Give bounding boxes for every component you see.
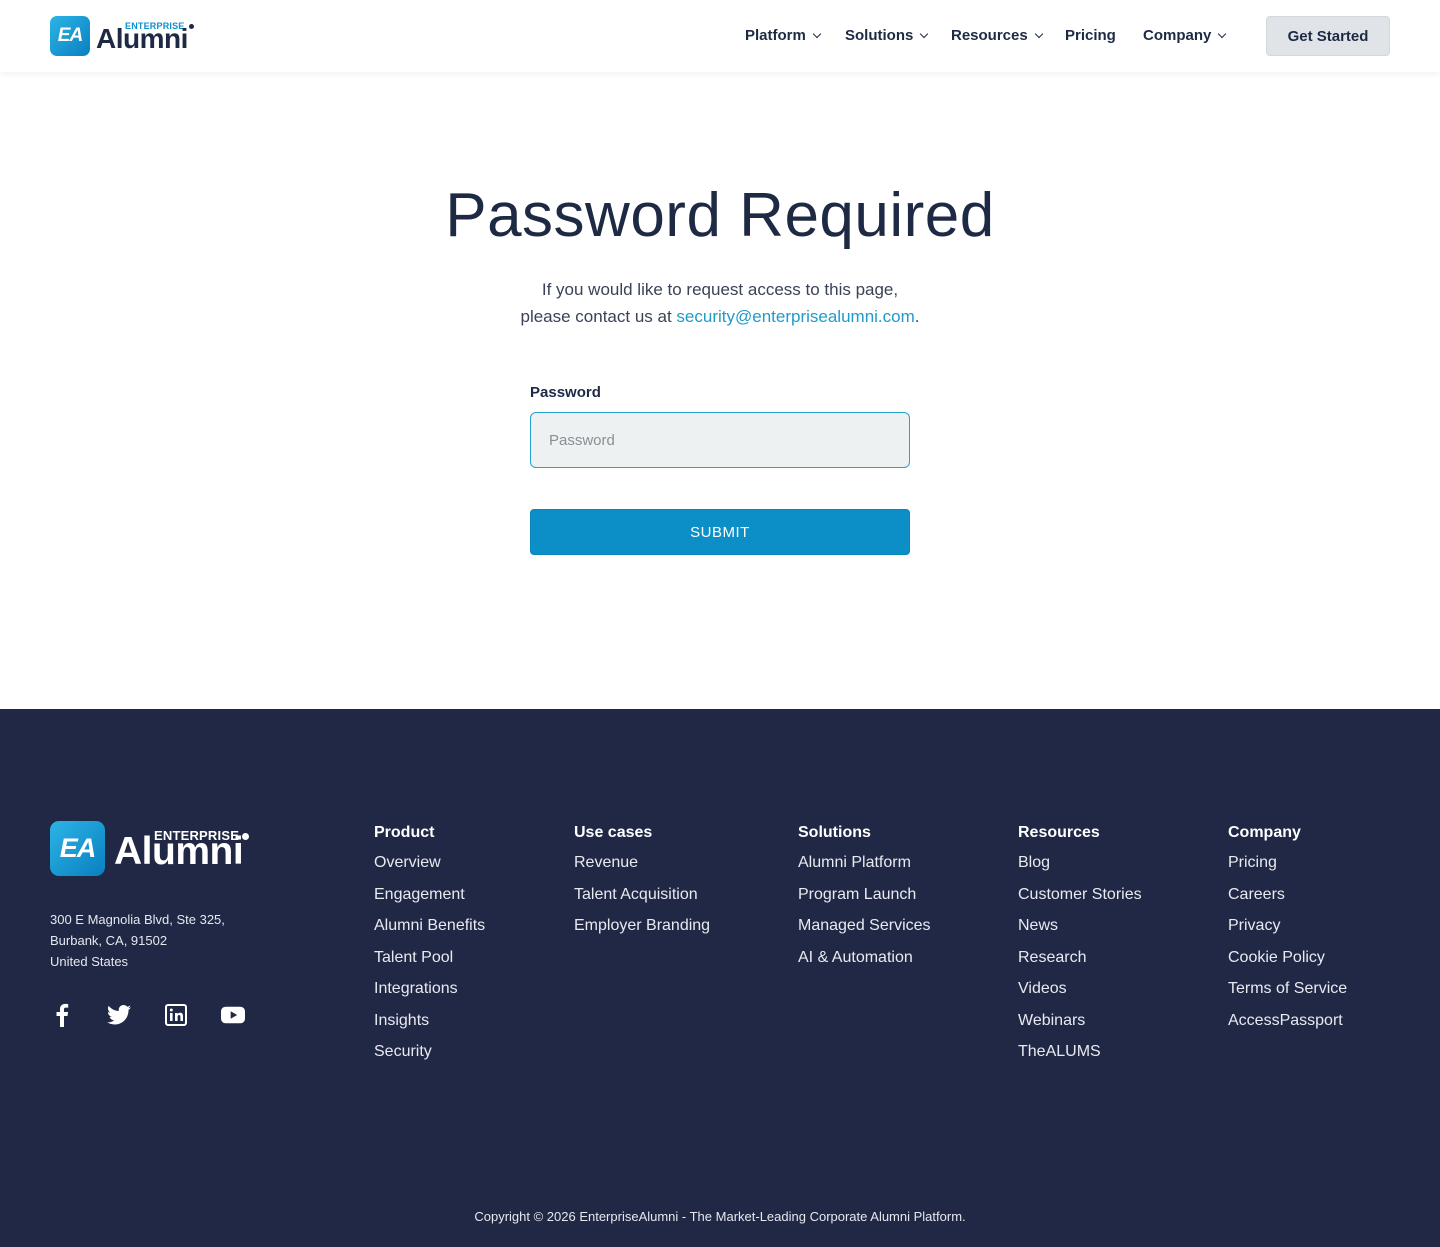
footer-column-company: Company Pricing Careers Privacy Cookie P… xyxy=(1228,824,1347,1042)
footer-link[interactable]: Customer Stories xyxy=(1018,885,1142,917)
logo-big-text: Alumni xyxy=(114,830,244,873)
security-email-link[interactable]: security@enterprisealumni.com xyxy=(676,307,914,326)
nav-label: Company xyxy=(1143,27,1212,44)
footer-column-use-cases: Use cases Revenue Talent Acquisition Emp… xyxy=(574,824,710,948)
chevron-down-icon xyxy=(812,29,822,38)
footer-link[interactable]: Webinars xyxy=(1018,1011,1142,1043)
linkedin-icon[interactable] xyxy=(164,1003,188,1027)
logo-wordmark: ENTERPRISE Alumni xyxy=(96,16,196,56)
copyright-text: Copyright © 2026 EnterpriseAlumni - The … xyxy=(474,1209,966,1224)
facebook-icon[interactable] xyxy=(50,1003,74,1027)
description-line-1: If you would like to request access to t… xyxy=(541,280,899,299)
header-logo[interactable]: EA ENTERPRISE Alumni xyxy=(50,16,196,56)
nav-company[interactable]: Company xyxy=(1143,27,1227,44)
site-footer: EA ENTERPRISE Alumni 300 E Magnolia Blvd… xyxy=(0,709,1440,1247)
logo-big-text: Alumni xyxy=(96,23,188,54)
footer-link[interactable]: Insights xyxy=(374,1011,485,1043)
column-heading: Resources xyxy=(1018,824,1100,841)
password-input[interactable] xyxy=(530,412,910,468)
footer-link[interactable]: Talent Pool xyxy=(374,948,485,980)
nav-label: Pricing xyxy=(1065,27,1116,44)
description-prefix: please contact us at xyxy=(520,307,677,326)
footer-link[interactable]: Alumni Platform xyxy=(798,853,931,885)
footer-link[interactable]: AI & Automation xyxy=(798,948,931,980)
description-suffix: . xyxy=(914,307,920,326)
chevron-down-icon xyxy=(920,29,929,38)
column-heading: Company xyxy=(1228,824,1301,841)
logo-mark-icon: EA xyxy=(50,821,105,876)
footer-link[interactable]: AccessPassport xyxy=(1228,1011,1347,1043)
nav-label: Resources xyxy=(951,27,1028,44)
footer-link[interactable]: Overview xyxy=(374,853,485,885)
footer-link[interactable]: Blog xyxy=(1018,853,1142,885)
company-address: 300 E Magnolia Blvd, Ste 325, Burbank, C… xyxy=(50,909,225,972)
footer-link[interactable]: Cookie Policy xyxy=(1228,948,1347,980)
nav-label: Solutions xyxy=(845,27,914,44)
logo-mark-icon: EA xyxy=(50,16,90,56)
footer-link[interactable]: Privacy xyxy=(1228,916,1347,948)
description-line-2: please contact us at security@enterprise… xyxy=(0,303,1440,330)
column-heading: Solutions xyxy=(798,824,871,841)
nav-pricing[interactable]: Pricing xyxy=(1065,27,1116,44)
nav-platform[interactable]: Platform xyxy=(745,27,822,44)
access-description: If you would like to request access to t… xyxy=(0,276,1440,330)
address-line: 300 E Magnolia Blvd, Ste 325, xyxy=(50,912,225,927)
page-title: Password Required xyxy=(445,181,995,250)
logo-dot xyxy=(242,833,249,840)
footer-link[interactable]: Terms of Service xyxy=(1228,979,1347,1011)
footer-link[interactable]: Research xyxy=(1018,948,1142,980)
social-links xyxy=(50,1003,278,1027)
nav-solutions[interactable]: Solutions xyxy=(845,27,929,44)
password-label: Password xyxy=(530,384,601,401)
footer-link[interactable]: Revenue xyxy=(574,853,710,885)
site-header: EA ENTERPRISE Alumni Platform Solutions … xyxy=(0,0,1440,72)
chevron-down-icon xyxy=(1218,29,1227,38)
logo-dot xyxy=(189,24,194,29)
youtube-icon[interactable] xyxy=(221,1003,245,1027)
column-heading: Use cases xyxy=(574,824,653,841)
footer-link[interactable]: TheALUMS xyxy=(1018,1042,1142,1074)
submit-button[interactable]: SUBMIT xyxy=(530,509,910,555)
footer-column-resources: Resources Blog Customer Stories News Res… xyxy=(1018,824,1142,1074)
nav-label: Platform xyxy=(745,27,806,44)
footer-link[interactable]: Program Launch xyxy=(798,885,931,917)
footer-link[interactable]: Alumni Benefits xyxy=(374,916,485,948)
footer-link[interactable]: Integrations xyxy=(374,979,485,1011)
logo-wordmark: ENTERPRISE Alumni xyxy=(114,821,254,876)
footer-column-solutions: Solutions Alumni Platform Program Launch… xyxy=(798,824,931,979)
footer-link[interactable]: Managed Services xyxy=(798,916,931,948)
column-heading: Product xyxy=(374,824,435,841)
twitter-icon[interactable] xyxy=(107,1003,131,1027)
footer-link[interactable]: News xyxy=(1018,916,1142,948)
footer-link[interactable]: Employer Branding xyxy=(574,916,710,948)
footer-link[interactable]: Engagement xyxy=(374,885,485,917)
nav-resources[interactable]: Resources xyxy=(951,27,1043,44)
footer-link[interactable]: Pricing xyxy=(1228,853,1347,885)
get-started-button[interactable]: Get Started xyxy=(1266,16,1390,56)
footer-link[interactable]: Security xyxy=(374,1042,485,1074)
footer-link[interactable]: Talent Acquisition xyxy=(574,885,710,917)
footer-column-product: Product Overview Engagement Alumni Benef… xyxy=(374,824,485,1074)
footer-link[interactable]: Careers xyxy=(1228,885,1347,917)
footer-link[interactable]: Videos xyxy=(1018,979,1142,1011)
address-line: Burbank, CA, 91502 xyxy=(50,933,168,948)
chevron-down-icon xyxy=(1034,29,1043,38)
footer-logo[interactable]: EA ENTERPRISE Alumni xyxy=(50,821,254,876)
address-line: United States xyxy=(50,954,129,969)
